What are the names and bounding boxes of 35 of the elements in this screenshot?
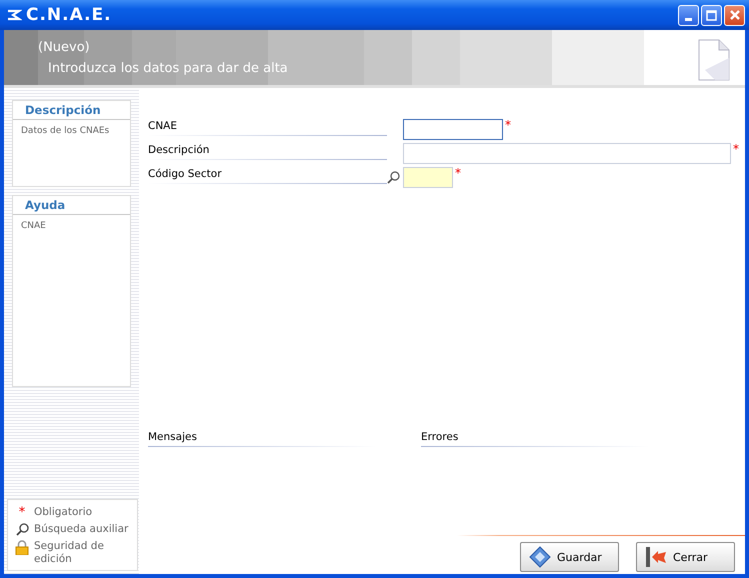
- panel-title: Descripción: [13, 101, 130, 120]
- field-label: Código Sector: [148, 168, 387, 184]
- field-label: Descripción: [148, 144, 387, 160]
- close-icon: [728, 9, 740, 21]
- close-form-button[interactable]: Cerrar: [636, 542, 735, 572]
- panel-title: Ayuda: [13, 196, 130, 215]
- legend-text: Seguridad de edición: [34, 540, 105, 566]
- panel-text: CNAE: [20, 220, 47, 233]
- required-mark: *: [455, 166, 461, 180]
- required-mark: *: [505, 118, 511, 132]
- maximize-icon: [706, 10, 717, 20]
- minimize-button[interactable]: [678, 4, 699, 26]
- search-icon: [16, 523, 28, 536]
- close-button[interactable]: [724, 4, 745, 26]
- input-field[interactable]: [403, 119, 503, 140]
- search-icon[interactable]: [387, 171, 400, 184]
- diamond-icon: [529, 546, 551, 568]
- document-icon: [697, 38, 731, 82]
- save-button[interactable]: Guardar: [520, 542, 619, 572]
- exit-arrow-icon: [645, 546, 667, 568]
- minimize-icon: [685, 18, 692, 20]
- legend-text: Obligatorio: [34, 506, 92, 519]
- maximize-button[interactable]: [701, 4, 722, 26]
- required-mark: *: [733, 142, 739, 156]
- field-label: CNAE: [148, 120, 387, 136]
- header-subtitle: Introduzca los datos para dar de alta: [48, 60, 289, 76]
- padlock-icon: [15, 540, 29, 555]
- mode-label: (Nuevo): [38, 40, 91, 54]
- window-title: C.N.A.E.: [26, 5, 113, 25]
- app-logo-icon: [6, 9, 22, 21]
- section-title: Errores: [421, 431, 649, 447]
- section-title: Mensajes: [148, 431, 376, 447]
- asterisk-icon: *: [18, 506, 26, 519]
- panel-text: Datos de los CNAEs: [20, 125, 110, 138]
- legend-text: Búsqueda auxiliar: [34, 523, 128, 536]
